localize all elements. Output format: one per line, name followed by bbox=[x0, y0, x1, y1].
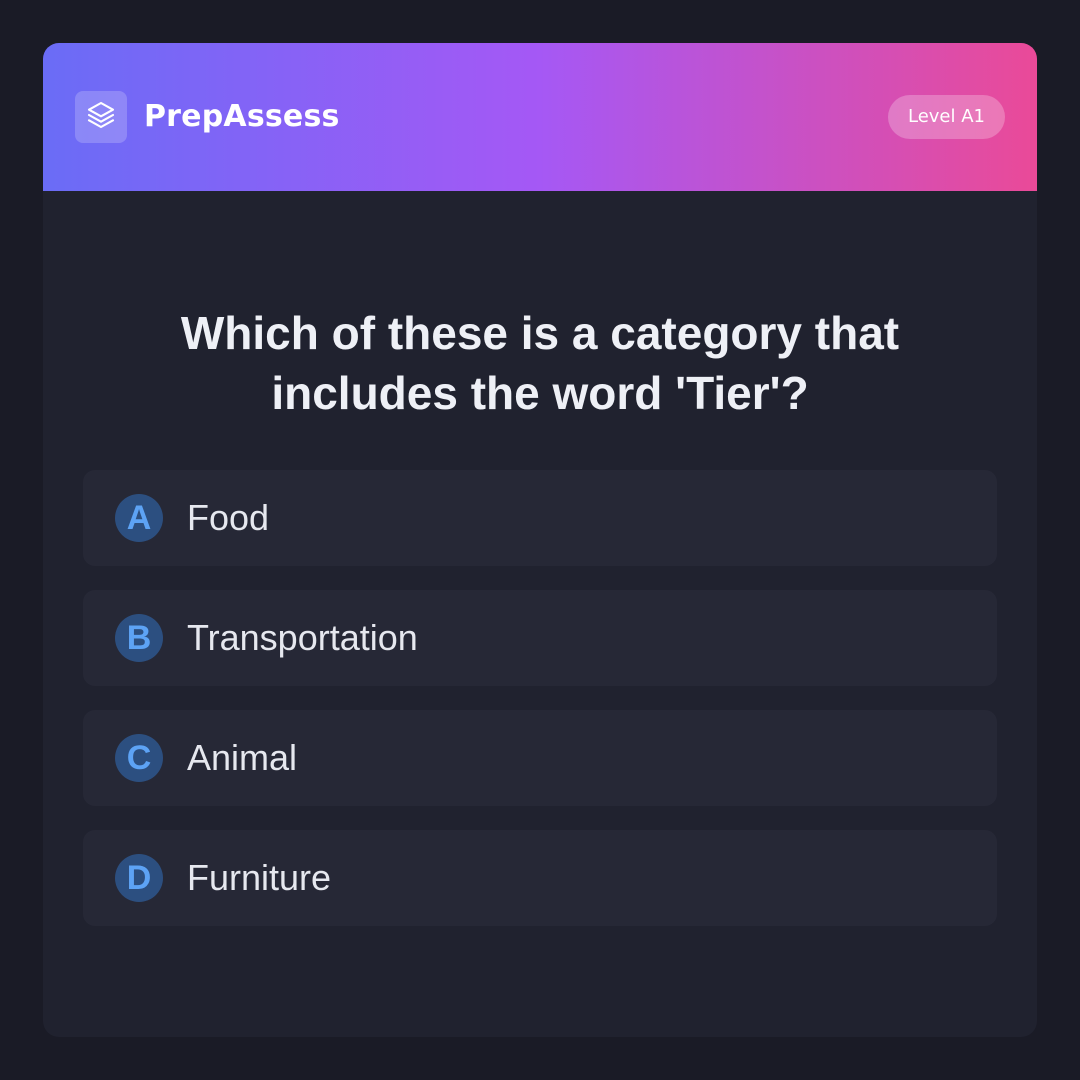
layers-icon bbox=[85, 99, 117, 135]
answer-options: A Food B Transportation C Animal D Furni… bbox=[83, 470, 997, 950]
quiz-card: PrepAssess Level A1 Which of these is a … bbox=[43, 43, 1037, 1037]
option-label: Animal bbox=[187, 737, 298, 778]
option-letter-badge: B bbox=[115, 614, 163, 662]
option-letter-badge: D bbox=[115, 854, 163, 902]
option-b[interactable]: B Transportation bbox=[83, 590, 997, 686]
brand-name: PrepAssess bbox=[144, 99, 340, 134]
question-text: Which of these is a category that includ… bbox=[180, 307, 900, 419]
logo bbox=[75, 91, 127, 143]
level-badge: Level A1 bbox=[887, 95, 1005, 139]
quiz-header: PrepAssess Level A1 bbox=[43, 43, 1037, 191]
option-label: Transportation bbox=[187, 617, 418, 658]
option-d[interactable]: D Furniture bbox=[83, 830, 997, 926]
option-label: Food bbox=[187, 497, 270, 538]
option-label: Furniture bbox=[187, 857, 332, 898]
option-a[interactable]: A Food bbox=[83, 470, 997, 566]
option-letter-badge: C bbox=[115, 734, 163, 782]
option-c[interactable]: C Animal bbox=[83, 710, 997, 806]
option-letter-badge: A bbox=[115, 494, 163, 542]
